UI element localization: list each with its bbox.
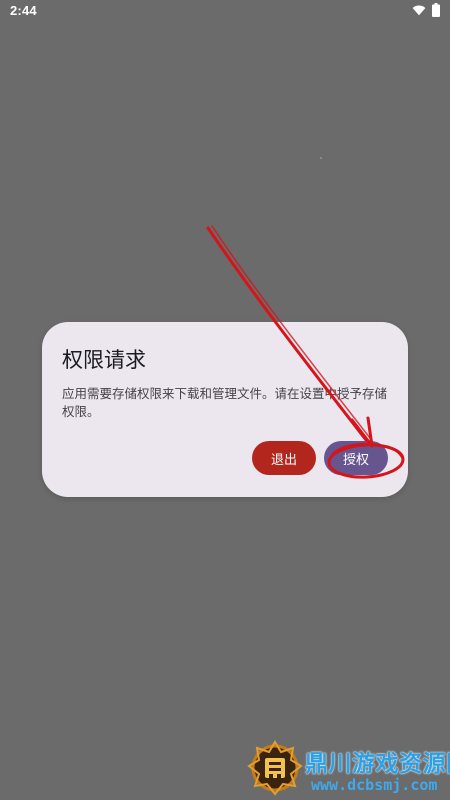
dialog-title: 权限请求 [62,348,146,372]
watermark: 鼎川游戏资源网 www.dcbsmj.com [245,738,450,800]
status-icons [412,3,440,17]
battery-icon [432,3,440,17]
watermark-title: 鼎川游戏资源网 [305,751,450,777]
grant-button[interactable]: 授权 [324,441,388,475]
screen-speck [320,157,322,159]
wifi-icon [412,5,426,16]
dialog-message: 应用需要存储权限来下载和管理文件。请在设置中授予存储权限。 [62,386,388,419]
watermark-url: www.dcbsmj.com [311,776,438,794]
site-logo-icon [247,740,303,796]
status-time: 2:44 [10,3,37,18]
status-bar: 2:44 [0,0,450,24]
exit-button[interactable]: 退出 [252,441,316,475]
permission-dialog: 权限请求 应用需要存储权限来下载和管理文件。请在设置中授予存储权限。 退出 授权 [42,322,408,497]
